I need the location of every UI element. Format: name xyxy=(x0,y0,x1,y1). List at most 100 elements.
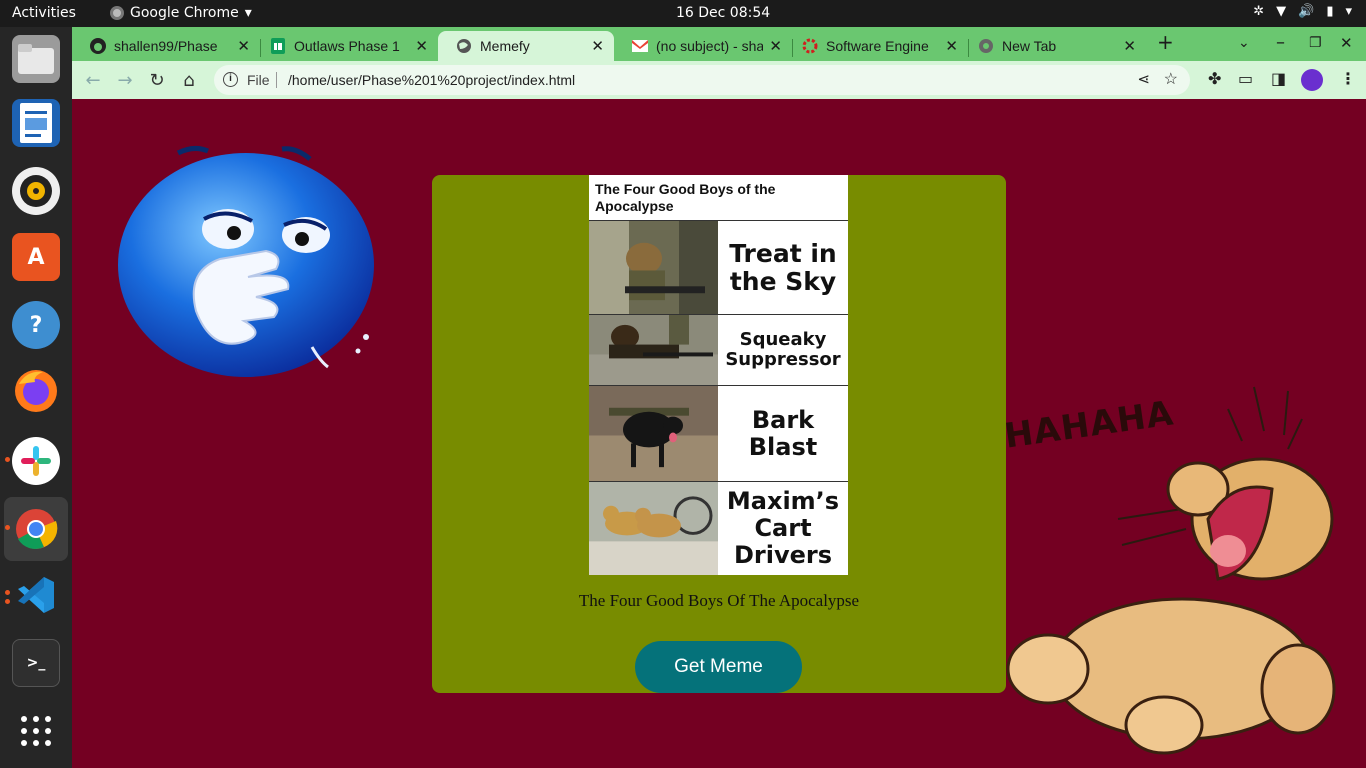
app-menu[interactable]: Google Chrome ▾ xyxy=(110,5,252,21)
share-icon[interactable]: ⋖ xyxy=(1137,70,1150,88)
question-mark-icon: ? xyxy=(29,312,43,338)
chevron-down-icon: ▾ xyxy=(1345,4,1352,19)
clock[interactable]: 16 Dec 08:54 xyxy=(676,5,770,21)
meme-card: The Four Good Boys of the Apocalypse Tre… xyxy=(432,175,1006,693)
omnibox-divider xyxy=(276,72,277,88)
chevron-down-icon: ▾ xyxy=(244,5,252,21)
kebab-menu-icon[interactable]: ⋮ xyxy=(1340,69,1356,88)
tab-github[interactable]: shallen99/Phase ✕ xyxy=(72,31,260,61)
back-button[interactable]: ← xyxy=(80,67,106,93)
tab-label: shallen99/Phase xyxy=(114,38,218,54)
document-icon xyxy=(20,103,52,143)
tab-new-tab[interactable]: New Tab ✕ xyxy=(960,31,1146,61)
system-top-bar: Activities Google Chrome ▾ 16 Dec 08:54 … xyxy=(0,0,1366,27)
firefox-logo-icon xyxy=(15,370,57,412)
vscode-logo-icon xyxy=(18,577,54,613)
meme-panel: Bark Blast xyxy=(589,385,848,481)
close-icon[interactable]: ✕ xyxy=(591,37,604,55)
tab-label: Outlaws Phase 1 xyxy=(294,38,400,54)
meme-image: The Four Good Boys of the Apocalypse Tre… xyxy=(589,175,848,575)
restore-button[interactable]: ❐ xyxy=(1309,35,1322,51)
files-icon[interactable] xyxy=(12,35,60,83)
tab-label: (no subject) - sha xyxy=(656,38,764,54)
new-tab-button[interactable]: + xyxy=(1157,30,1174,54)
meme-panel-caption: Treat in the Sky xyxy=(729,238,837,296)
home-button[interactable]: ⌂ xyxy=(176,67,202,93)
tab-software-engineering[interactable]: Software Engine ✕ xyxy=(784,31,968,61)
system-tray[interactable]: ✲ ▼ 🔊 ▮ ▾ xyxy=(1253,4,1352,19)
tab-memefy[interactable]: Memefy ✕ xyxy=(438,31,614,61)
meme-title: The Four Good Boys of the Apocalypse xyxy=(595,181,776,214)
globe-icon xyxy=(456,38,472,54)
ring-icon xyxy=(802,38,818,54)
dog-photo xyxy=(589,315,718,385)
terminal-prompt-icon: >_ xyxy=(26,655,46,671)
close-icon[interactable]: ✕ xyxy=(1123,37,1136,55)
cast-icon[interactable]: ▭ xyxy=(1238,69,1253,88)
folder-icon xyxy=(18,44,54,74)
chrome-icon xyxy=(978,38,994,54)
tab-label: New Tab xyxy=(1002,38,1057,54)
side-panel-icon[interactable]: ◨ xyxy=(1271,69,1286,88)
ubuntu-software-icon[interactable]: A xyxy=(12,233,60,281)
chrome-app-icon xyxy=(110,6,124,20)
rhythmbox-icon[interactable] xyxy=(12,167,60,215)
running-indicator xyxy=(5,457,10,462)
bookmark-star-icon[interactable]: ☆ xyxy=(1164,69,1178,89)
running-indicator xyxy=(5,599,10,604)
address-bar[interactable]: i File /home/user/Phase%201%20project/in… xyxy=(214,65,1190,95)
close-icon[interactable]: ✕ xyxy=(237,37,250,55)
firefox-icon[interactable] xyxy=(12,367,60,415)
close-window-button[interactable]: ✕ xyxy=(1340,34,1353,52)
tab-outlaws-sheet[interactable]: Outlaws Phase 1 ✕ xyxy=(252,31,438,61)
vscode-icon[interactable] xyxy=(12,571,60,619)
url-scheme-label: File xyxy=(247,72,270,88)
show-applications-icon[interactable] xyxy=(12,707,60,755)
activities-button[interactable]: Activities xyxy=(12,5,76,21)
memefy-page: The Four Good Boys of the Apocalypse Tre… xyxy=(72,99,1366,768)
tab-search-chevron-icon[interactable]: ⌄ xyxy=(1238,35,1250,51)
meme-panel: Maxim’s Cart Drivers xyxy=(589,481,848,575)
close-icon[interactable]: ✕ xyxy=(769,37,782,55)
dog-photo xyxy=(589,482,718,575)
profile-avatar[interactable] xyxy=(1301,69,1323,91)
meme-panel-caption: Bark Blast xyxy=(748,405,818,461)
meme-panel-caption: Squeaky Suppressor xyxy=(725,328,841,370)
help-icon[interactable]: ? xyxy=(12,301,60,349)
terminal-icon[interactable]: >_ xyxy=(12,639,60,687)
get-meme-button[interactable]: Get Meme xyxy=(635,641,802,693)
browser-toolbar: ← → ↻ ⌂ i File /home/user/Phase%201%20pr… xyxy=(72,61,1366,99)
forward-button[interactable]: → xyxy=(112,67,138,93)
chrome-logo-icon xyxy=(16,509,58,549)
running-indicator xyxy=(5,525,10,530)
meme-panel: Treat in the Sky xyxy=(589,220,848,314)
chrome-icon[interactable] xyxy=(12,505,60,553)
meme-panel-caption: Maxim’s Cart Drivers xyxy=(726,487,840,569)
gmail-icon xyxy=(632,38,648,54)
minimize-button[interactable]: – xyxy=(1276,32,1285,53)
slack-icon[interactable] xyxy=(12,437,60,485)
extensions-puzzle-icon[interactable]: ✤ xyxy=(1208,69,1221,88)
volume-icon: 🔊 xyxy=(1298,4,1315,19)
info-icon[interactable]: i xyxy=(223,72,238,87)
laughing-mouse-image xyxy=(1006,386,1336,755)
slack-logo-icon xyxy=(21,446,51,476)
close-icon[interactable]: ✕ xyxy=(945,37,958,55)
github-icon xyxy=(90,38,106,54)
url-text[interactable]: /home/user/Phase%201%20project/index.htm… xyxy=(288,72,575,88)
app-menu-label: Google Chrome xyxy=(130,5,239,21)
meme-panel: Squeaky Suppressor xyxy=(589,314,848,385)
tab-gmail[interactable]: (no subject) - sha ✕ xyxy=(614,31,792,61)
dock: A ? >_ xyxy=(0,27,72,768)
dog-photo xyxy=(589,386,718,481)
reload-button[interactable]: ↻ xyxy=(144,67,170,93)
slack-status-icon: ✲ xyxy=(1253,4,1265,19)
wifi-icon: ▼ xyxy=(1276,4,1287,19)
libreoffice-writer-icon[interactable] xyxy=(12,99,60,147)
laughing-emoji-image xyxy=(118,145,374,377)
battery-icon: ▮ xyxy=(1326,4,1334,19)
close-icon[interactable]: ✕ xyxy=(415,37,428,55)
meme-caption: The Four Good Boys Of The Apocalypse xyxy=(578,591,860,610)
sheets-icon xyxy=(270,38,286,54)
store-bag-icon: A xyxy=(27,244,45,270)
